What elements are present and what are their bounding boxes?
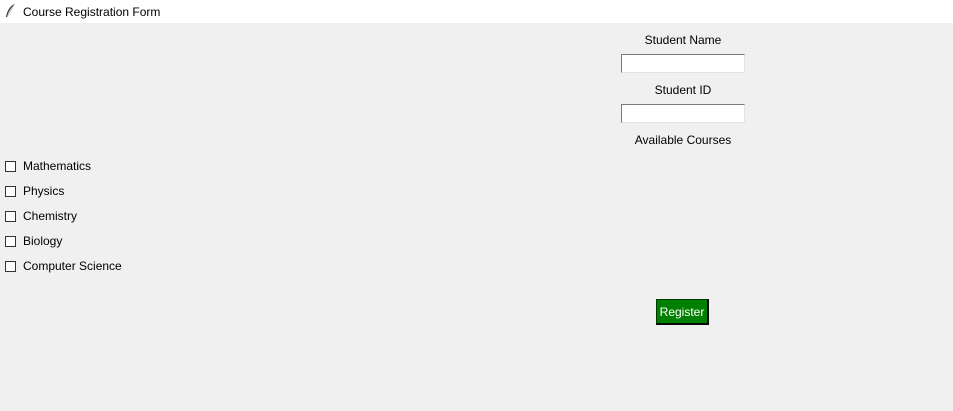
course-checkbox-biology[interactable]: Biology: [5, 233, 62, 249]
available-courses-label: Available Courses: [634, 133, 732, 147]
student-name-label: Student Name: [644, 33, 722, 47]
course-checkbox-computer-science[interactable]: Computer Science: [5, 258, 122, 274]
course-checkbox-chemistry[interactable]: Chemistry: [5, 208, 77, 224]
checkbox-box[interactable]: [5, 235, 16, 247]
register-button[interactable]: Register: [656, 299, 709, 325]
student-name-input[interactable]: [621, 54, 745, 73]
checkbox-box[interactable]: [5, 160, 16, 172]
checkbox-box[interactable]: [5, 185, 16, 197]
course-label: Computer Science: [23, 259, 122, 273]
course-label: Mathematics: [23, 159, 92, 173]
course-label: Biology: [23, 234, 63, 248]
course-label: Chemistry: [23, 209, 78, 223]
window-title-bar: Course Registration Form: [0, 0, 953, 23]
course-checkbox-mathematics[interactable]: Mathematics: [5, 158, 91, 174]
course-checkbox-physics[interactable]: Physics: [5, 183, 64, 199]
window-title: Course Registration Form: [23, 5, 161, 19]
course-label: Physics: [23, 184, 65, 198]
student-id-label: Student ID: [654, 83, 712, 97]
checkbox-box[interactable]: [5, 260, 16, 272]
feather-icon: [6, 3, 15, 18]
checkbox-box[interactable]: [5, 210, 16, 222]
student-id-input[interactable]: [621, 104, 745, 123]
